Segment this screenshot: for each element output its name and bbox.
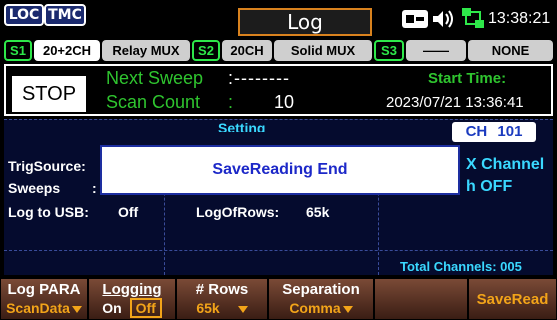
- scan-count-value: 10: [274, 92, 295, 112]
- softkey-value: On Off: [89, 298, 175, 318]
- slot-bar: S1 20+2CH Relay MUX S2 20CH Solid MUX S3…: [4, 40, 553, 61]
- speaker-icon: [430, 8, 456, 30]
- dropdown-arrow-icon: [71, 305, 82, 313]
- slot3-type: NONE: [468, 40, 553, 61]
- softkey-rows[interactable]: # Rows 65k: [176, 278, 268, 320]
- slot-label-s2: S2: [192, 40, 220, 61]
- channel-label: CH: [465, 123, 488, 140]
- stop-button[interactable]: STOP: [10, 74, 88, 114]
- softkey-value: Comma: [269, 300, 373, 316]
- log-of-rows-label: LogOfRows:: [196, 204, 280, 220]
- softkey-value: ScanData: [1, 300, 87, 316]
- loc-indicator: LOC: [4, 4, 44, 26]
- channel-mode-line2: h OFF: [466, 178, 513, 195]
- slot3-card: ——: [406, 40, 466, 61]
- trig-source-label: TrigSource:: [8, 158, 86, 174]
- divider: [4, 250, 553, 251]
- settings-area: [4, 119, 553, 275]
- next-sweep-label: Next Sweep: [106, 68, 204, 88]
- tmc-indicator: TMC: [44, 4, 86, 26]
- logging-on-option: On: [102, 300, 122, 316]
- log-to-usb-label: Log to USB:: [8, 204, 89, 220]
- slot2-type: Solid MUX: [274, 40, 372, 61]
- start-time-label: Start Time:: [428, 70, 507, 87]
- slot-label-s1: S1: [4, 40, 32, 61]
- softkey-title: # Rows: [195, 281, 249, 298]
- save-reading-dialog: SaveReading End: [100, 145, 460, 195]
- softkey-title: Logging: [102, 281, 162, 298]
- log-of-rows-value: 65k: [306, 204, 330, 220]
- log-to-usb-value: Off: [118, 204, 139, 220]
- total-channels: Total Channels: 005: [400, 259, 522, 274]
- softkey-save-read[interactable]: SaveRead: [468, 278, 557, 320]
- softkey-separation[interactable]: Separation Comma: [268, 278, 374, 320]
- slot1-type: Relay MUX: [102, 40, 190, 61]
- channel-indicator: CH 101: [452, 122, 536, 142]
- softkey-title: Separation: [282, 281, 360, 298]
- lan-icon: [460, 6, 486, 32]
- softkey-blank[interactable]: [374, 278, 468, 320]
- slot2-card: 20CH: [222, 40, 272, 61]
- sweeps-colon: :: [92, 180, 97, 196]
- softkey-value: 65k: [177, 300, 267, 316]
- scan-count-label: Scan Count: [106, 92, 201, 112]
- slot-label-s3: S3: [374, 40, 404, 61]
- logging-off-option: Off: [129, 298, 162, 318]
- sweeps-label: Sweeps: [8, 180, 61, 196]
- softkey-value: SaveRead: [476, 291, 549, 308]
- softkey-logging[interactable]: Logging On Off: [88, 278, 176, 320]
- softkey-log-para[interactable]: Log PARA ScanData: [0, 278, 88, 320]
- softkey-title: Log PARA: [7, 281, 81, 298]
- usb-icon: [402, 10, 428, 28]
- dropdown-arrow-icon: [342, 305, 353, 313]
- page-title: Log: [238, 8, 372, 36]
- next-sweep-value: :--------: [228, 68, 290, 88]
- start-time-value: 2023/07/21 13:36:41: [386, 94, 524, 111]
- channel-value: 101: [497, 123, 523, 140]
- scan-count-colon: :: [228, 92, 234, 112]
- divider: [4, 119, 553, 120]
- channel-mode-line1: X Channel: [466, 156, 545, 173]
- dropdown-arrow-icon: [237, 305, 248, 313]
- slot1-card: 20+2CH: [34, 40, 100, 61]
- clock-time: 13:38:21: [488, 10, 551, 27]
